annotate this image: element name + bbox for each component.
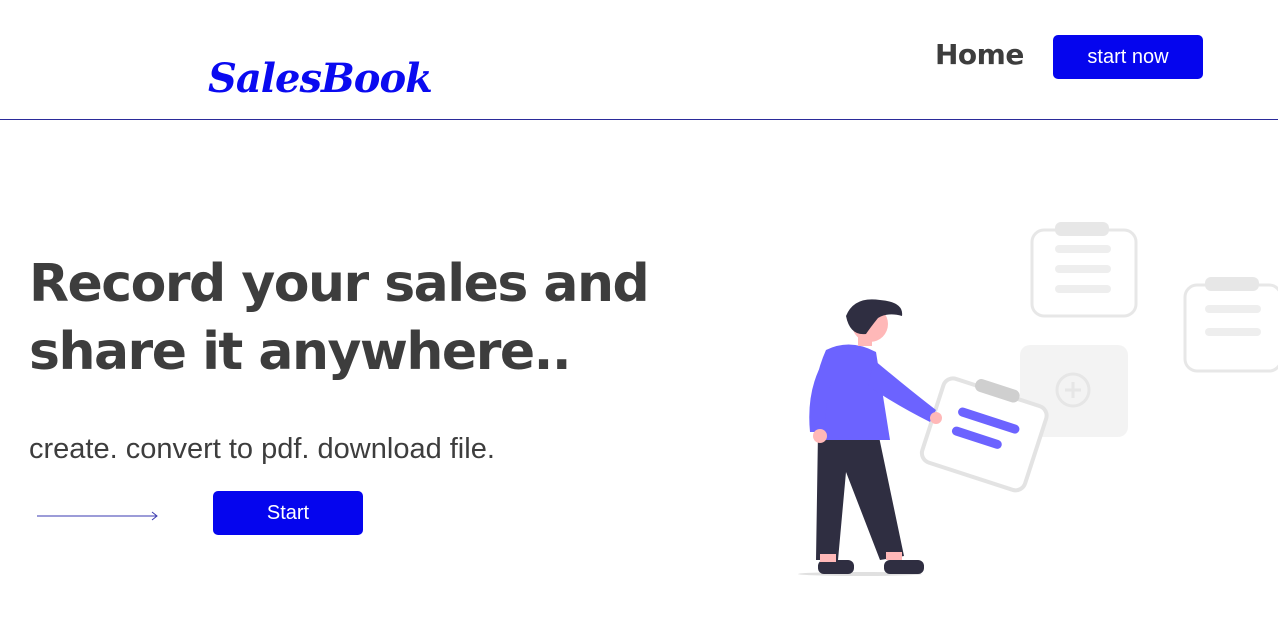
start-button[interactable]: Start [213, 491, 363, 535]
hero-title-line-2: share it anywhere.. [29, 322, 572, 382]
hero-subtitle: create. convert to pdf. download file. [29, 433, 495, 465]
nav-home-link[interactable]: Home [935, 36, 1024, 74]
person-holding-document-illustration [798, 222, 1278, 576]
hero-title-line-1: Record your sales and [29, 254, 650, 314]
person-figure [798, 299, 942, 576]
background-document-1 [1030, 222, 1138, 318]
long-arrow-right-icon [37, 511, 158, 521]
start-now-button[interactable]: start now [1053, 35, 1203, 79]
logo[interactable]: SalesBook [208, 54, 433, 104]
hero-title: Record your sales and share it anywhere.… [29, 250, 709, 386]
background-document-2 [1183, 277, 1278, 373]
site-header: SalesBook Home start now [0, 0, 1278, 120]
